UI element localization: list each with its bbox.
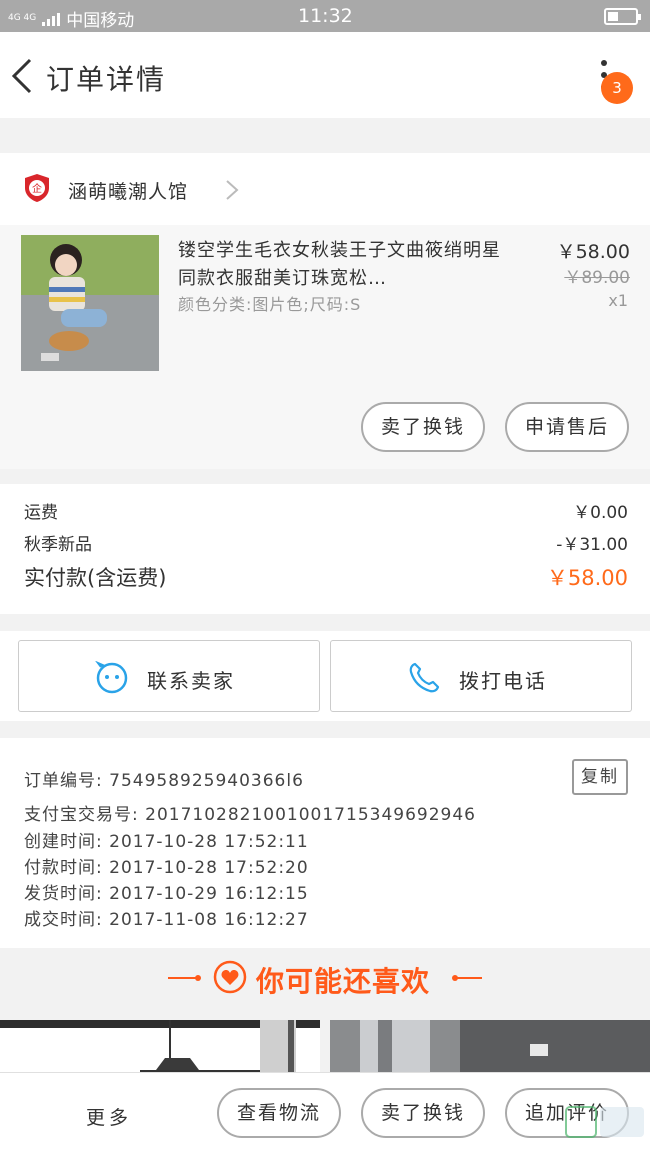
shipped-time: 发货时间: 2017-10-29 16:12:15 bbox=[24, 884, 309, 904]
product-thumbnail[interactable] bbox=[21, 235, 159, 371]
completed-time: 成交时间: 2017-11-08 16:12:27 bbox=[24, 910, 309, 930]
alipay-trade-number: 支付宝交易号: 2017102821001001715349692946 bbox=[24, 805, 476, 825]
fee-summary: 运费 ￥0.00 秋季新品 -￥31.00 实付款(含运费) ￥58.00 bbox=[0, 484, 650, 614]
order-info: 订单编号: 754958925940366l6 复制 支付宝交易号: 20171… bbox=[0, 738, 650, 948]
divider-left bbox=[168, 977, 196, 979]
product-price: ￥58.00 bbox=[556, 241, 630, 263]
resell-bottom-button[interactable]: 卖了换钱 bbox=[361, 1088, 485, 1138]
carrier-name: 中国移动 bbox=[66, 11, 135, 31]
discount-row: 秋季新品 -￥31.00 bbox=[24, 530, 628, 555]
fee-value: ￥0.00 bbox=[573, 503, 628, 523]
contact-seller-label: 联系卖家 bbox=[147, 669, 235, 693]
shop-name[interactable]: 涵萌曦潮人馆 bbox=[68, 177, 188, 204]
recommend-title: 你可能还喜欢 bbox=[256, 965, 431, 998]
divider-dot bbox=[195, 975, 201, 981]
contact-bar: 联系卖家 拨打电话 bbox=[0, 631, 650, 721]
order-item-card: 企 涵萌曦潮人馆 镂空学生毛衣女秋装王子文曲筱绡明星同款衣服甜美订珠宽松… 颜色… bbox=[0, 153, 650, 469]
battery-icon bbox=[604, 8, 641, 25]
view-logistics-button[interactable]: 查看物流 bbox=[217, 1088, 341, 1138]
product-photo-illustration bbox=[21, 235, 159, 371]
total-paid-row: 实付款(含运费) ￥58.00 bbox=[24, 562, 628, 592]
product-title[interactable]: 镂空学生毛衣女秋装王子文曲筱绡明星同款衣服甜美订珠宽松… bbox=[178, 237, 508, 293]
resell-button[interactable]: 卖了换钱 bbox=[361, 402, 485, 452]
page-title: 订单详情 bbox=[46, 63, 167, 96]
status-time: 11:32 bbox=[298, 5, 353, 27]
shop-logo-icon: 企 bbox=[25, 174, 49, 202]
product-quantity: x1 bbox=[608, 291, 628, 310]
nav-bar: 订单详情 3 bbox=[0, 32, 650, 118]
original-price: ￥89.00 bbox=[564, 268, 630, 288]
notification-badge: 3 bbox=[601, 72, 633, 104]
signal-icon bbox=[42, 12, 61, 26]
network-type: 4G 4G bbox=[8, 13, 37, 23]
shipping-fee-row: 运费 ￥0.00 bbox=[24, 498, 628, 523]
product-row[interactable]: 镂空学生毛衣女秋装王子文曲筱绡明星同款衣服甜美订珠宽松… 颜色分类:图片色;尺码… bbox=[0, 225, 650, 469]
copy-button[interactable]: 复制 bbox=[572, 759, 628, 795]
status-bar: 4G 4G 中国移动 11:32 bbox=[0, 0, 650, 32]
watermark-logo bbox=[565, 1106, 644, 1138]
back-arrow-icon[interactable] bbox=[8, 56, 38, 96]
shop-logo-text: 企 bbox=[32, 182, 42, 195]
call-phone-button[interactable]: 拨打电话 bbox=[330, 640, 632, 712]
created-time: 创建时间: 2017-10-28 17:52:11 bbox=[24, 832, 309, 852]
contact-seller-button[interactable]: 联系卖家 bbox=[18, 640, 320, 712]
fee-value: -￥31.00 bbox=[556, 535, 628, 555]
after-sales-button[interactable]: 申请售后 bbox=[505, 402, 629, 452]
paid-time: 付款时间: 2017-10-28 17:52:20 bbox=[24, 858, 309, 878]
recommend-header: 你可能还喜欢 bbox=[0, 948, 650, 1010]
recommend-photo-illustration bbox=[0, 1020, 320, 1080]
recommend-item-image[interactable] bbox=[330, 1020, 650, 1080]
product-sku: 颜色分类:图片色;尺码:S bbox=[178, 295, 362, 314]
shop-row[interactable]: 企 涵萌曦潮人馆 bbox=[0, 153, 650, 225]
bottom-action-bar: 更多 查看物流 卖了换钱 追加评价 bbox=[0, 1072, 650, 1155]
chat-bubble-icon bbox=[95, 661, 128, 694]
order-number: 订单编号: 754958925940366l6 bbox=[24, 771, 304, 791]
status-left: 4G 4G 中国移动 bbox=[8, 6, 134, 31]
divider-right bbox=[454, 977, 482, 979]
recommend-item-image[interactable] bbox=[0, 1020, 320, 1080]
more-button[interactable]: 更多 bbox=[86, 1103, 132, 1130]
total-label: 实付款(含运费) bbox=[24, 566, 167, 590]
heart-icon bbox=[213, 960, 247, 994]
total-value: ￥58.00 bbox=[546, 566, 628, 590]
phone-icon bbox=[409, 662, 440, 693]
recommend-photo-illustration bbox=[330, 1020, 650, 1080]
call-phone-label: 拨打电话 bbox=[459, 669, 547, 693]
fee-label: 秋季新品 bbox=[24, 535, 92, 555]
chevron-right-icon bbox=[226, 180, 239, 200]
fee-label: 运费 bbox=[24, 503, 58, 523]
